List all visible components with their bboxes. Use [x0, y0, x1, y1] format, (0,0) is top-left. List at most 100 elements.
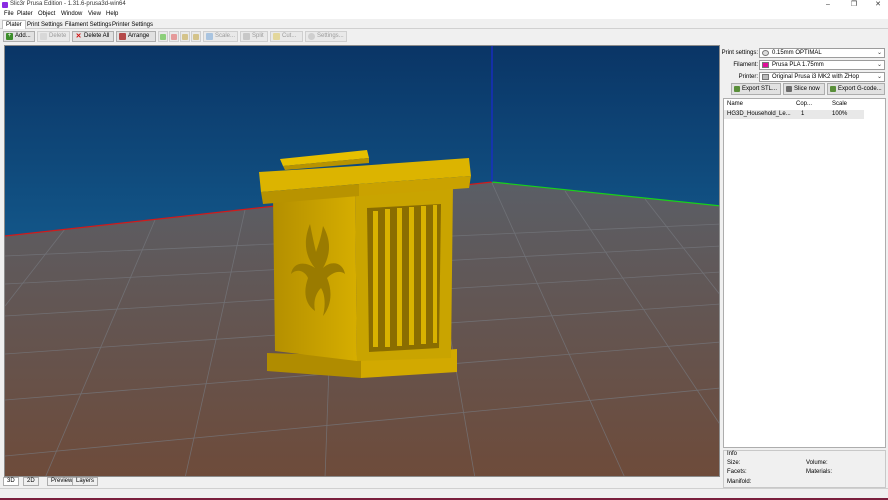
- info-materials: Materials:: [806, 469, 833, 475]
- settings-button[interactable]: Settings...: [305, 31, 347, 42]
- export-stl-icon: [734, 86, 740, 92]
- app-icon: [2, 2, 8, 8]
- cut-button-label: Cut...: [282, 33, 297, 39]
- add-icon: +: [6, 33, 13, 40]
- close-window-button[interactable]: ✕: [866, 0, 888, 10]
- filament-color-swatch: [762, 62, 769, 68]
- rotate-left-button[interactable]: [180, 31, 190, 42]
- menu-view[interactable]: View: [88, 11, 101, 17]
- print-profile-icon: [762, 50, 769, 56]
- minimize-button[interactable]: –: [816, 0, 840, 10]
- fewer-instances-button[interactable]: [169, 31, 179, 42]
- tab-printer-settings[interactable]: Printer Settings: [108, 20, 157, 29]
- arrange-button[interactable]: Arrange: [116, 31, 156, 42]
- list-item[interactable]: HG3D_Household_Le... 1 100%: [724, 110, 864, 119]
- menu-plater[interactable]: Plater: [17, 11, 33, 17]
- chevron-down-icon: ⌄: [876, 74, 882, 80]
- settings-button-label: Settings...: [317, 33, 344, 39]
- chevron-down-icon: ⌄: [876, 62, 882, 68]
- object-name: HG3D_Household_Le...: [727, 111, 791, 117]
- info-title: Info: [727, 451, 738, 457]
- delete-icon: [40, 33, 47, 40]
- delete-all-icon: ✕: [75, 33, 82, 40]
- maximize-button[interactable]: ❐: [842, 0, 866, 10]
- export-stl-label: Export STL...: [742, 86, 778, 92]
- cut-icon: [273, 33, 280, 40]
- menu-window[interactable]: Window: [61, 11, 82, 17]
- printer-value: Original Prusa i3 MK2 with ZHop: [772, 74, 860, 80]
- object-scale: 100%: [832, 111, 848, 117]
- slice-now-label: Slice now: [794, 86, 820, 92]
- scale-button[interactable]: Scale...: [203, 31, 238, 42]
- slice-icon: [786, 86, 792, 92]
- view-tab-layers[interactable]: Layers: [72, 477, 99, 486]
- print-settings-label: Print settings:: [721, 50, 758, 56]
- export-gcode-label: Export G-code...: [838, 86, 882, 92]
- minus-instance-icon: [171, 34, 177, 40]
- 3d-viewport[interactable]: [4, 45, 720, 477]
- info-volume: Volume:: [806, 460, 828, 466]
- right-panel: Print settings: 0.15mm OPTIMAL ⌄ Filamen…: [721, 45, 888, 488]
- filament-select[interactable]: Prusa PLA 1.75mm ⌄: [759, 60, 885, 70]
- menu-file[interactable]: File: [4, 11, 14, 17]
- delete-all-button-label: Delete All: [84, 33, 110, 39]
- delete-button[interactable]: Delete: [37, 31, 70, 42]
- menu-object[interactable]: Object: [38, 11, 55, 17]
- split-icon: [243, 33, 250, 40]
- printer-label: Printer:: [738, 74, 758, 80]
- object-list-header: Name Cop... Scale: [724, 99, 885, 109]
- add-button[interactable]: + Add...: [3, 31, 35, 42]
- view-tab-3d[interactable]: 3D: [3, 477, 19, 486]
- 3d-scene: [5, 46, 719, 476]
- delete-button-label: Delete: [49, 33, 67, 39]
- menu-help[interactable]: Help: [106, 11, 118, 17]
- column-copies[interactable]: Cop...: [796, 101, 812, 107]
- view-tabs: 3D 2D Preview Layers: [0, 477, 720, 487]
- view-tab-2d[interactable]: 2D: [23, 477, 39, 486]
- scale-icon: [206, 33, 213, 40]
- printer-select[interactable]: Original Prusa i3 MK2 with ZHop ⌄: [759, 72, 885, 82]
- export-stl-button[interactable]: Export STL...: [731, 83, 781, 95]
- rotate-left-icon: [182, 34, 188, 40]
- scale-button-label: Scale...: [215, 33, 236, 39]
- column-scale[interactable]: Scale: [832, 101, 847, 107]
- cut-button[interactable]: Cut...: [270, 31, 303, 42]
- info-box: Info Size: Volume: Facets: Materials: Ma…: [723, 450, 886, 488]
- chevron-down-icon: ⌄: [876, 50, 882, 56]
- title-bar: Slic3r Prusa Edition - 1.31.6-prusa3d-wi…: [0, 0, 888, 10]
- object-copies: 1: [801, 111, 805, 117]
- rotate-right-icon: [193, 34, 199, 40]
- object-list[interactable]: Name Cop... Scale HG3D_Household_Le... 1…: [723, 98, 886, 448]
- menu-bar: File Plater Object Window View Help: [0, 10, 888, 19]
- arrange-icon: [119, 33, 126, 40]
- info-size: Size:: [727, 460, 741, 466]
- slice-now-button[interactable]: Slice now: [783, 83, 825, 95]
- split-button[interactable]: Split: [240, 31, 268, 42]
- status-bar: [0, 488, 888, 500]
- more-instances-button[interactable]: [158, 31, 168, 42]
- plater-toolbar: + Add... Delete ✕ Delete All Arrange Sca…: [0, 30, 888, 44]
- export-gcode-button[interactable]: Export G-code...: [827, 83, 885, 95]
- arrange-button-label: Arrange: [128, 33, 150, 39]
- window-title: Slic3r Prusa Edition - 1.31.6-prusa3d-wi…: [10, 1, 126, 7]
- delete-all-button[interactable]: ✕ Delete All: [72, 31, 114, 42]
- lectern-model[interactable]: [259, 150, 471, 378]
- print-settings-select[interactable]: 0.15mm OPTIMAL ⌄: [759, 48, 885, 58]
- printer-row: Printer: Original Prusa i3 MK2 with ZHop…: [721, 72, 888, 82]
- filament-value: Prusa PLA 1.75mm: [772, 62, 824, 68]
- filament-row: Filament: Prusa PLA 1.75mm ⌄: [721, 60, 888, 70]
- print-settings-value: 0.15mm OPTIMAL: [772, 50, 822, 56]
- gear-icon: [308, 33, 315, 40]
- rotate-right-button[interactable]: [191, 31, 201, 42]
- info-facets: Facets:: [727, 469, 747, 475]
- add-button-label: Add...: [15, 33, 31, 39]
- split-button-label: Split: [252, 33, 264, 39]
- info-manifold: Manifold:: [727, 479, 752, 485]
- printer-icon: [762, 74, 769, 80]
- column-name[interactable]: Name: [727, 101, 743, 107]
- export-gcode-icon: [830, 86, 836, 92]
- plus-instance-icon: [160, 34, 166, 40]
- print-settings-row: Print settings: 0.15mm OPTIMAL ⌄: [721, 48, 888, 58]
- main-tabs: Plater Print Settings Filament Settings …: [0, 19, 888, 29]
- filament-label: Filament:: [733, 62, 758, 68]
